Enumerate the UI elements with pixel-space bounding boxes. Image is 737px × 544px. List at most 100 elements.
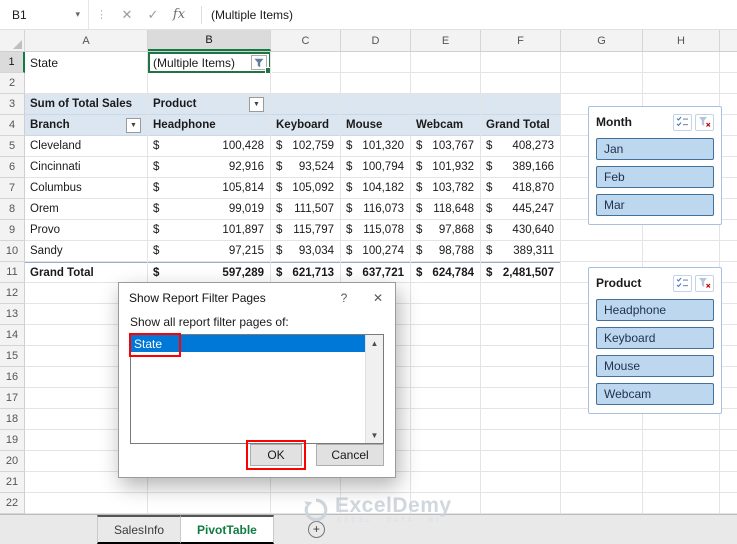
pivot-value-cell[interactable]: $102,759 [271, 136, 341, 157]
row-header-7[interactable]: 7 [0, 178, 25, 199]
pivot-column-header[interactable]: Keyboard [271, 115, 341, 136]
pivot-row-label[interactable]: Cincinnati [25, 157, 148, 178]
row-header-10[interactable]: 10 [0, 241, 25, 262]
pivot-value-cell[interactable]: $104,182 [341, 178, 411, 199]
row-header-6[interactable]: 6 [0, 157, 25, 178]
cell-A1[interactable]: State [25, 52, 148, 73]
pivot-value-cell[interactable]: $118,648 [411, 199, 481, 220]
pivot-row-label[interactable]: Cleveland [25, 136, 148, 157]
pivot-value-cell[interactable]: $389,166 [481, 157, 561, 178]
pivot-value-cell[interactable]: $99,019 [148, 199, 271, 220]
row-header-2[interactable]: 2 [0, 73, 25, 94]
pivot-value-cell[interactable]: $100,794 [341, 157, 411, 178]
column-header-B[interactable]: B [148, 30, 271, 51]
pivot-value-cell[interactable]: $115,797 [271, 220, 341, 241]
select-all-corner[interactable] [0, 30, 25, 51]
pivot-value-cell[interactable]: $418,870 [481, 178, 561, 199]
pivot-value-cell[interactable]: $98,788 [411, 241, 481, 262]
pivot-value-cell[interactable]: $637,721 [341, 262, 411, 283]
ok-button[interactable]: OK [250, 444, 302, 466]
name-box-dropdown-icon[interactable]: ▾ [75, 9, 80, 20]
pivot-row-field[interactable]: Branch ▼ [25, 115, 148, 136]
pivot-row-label[interactable]: Sandy [25, 241, 148, 262]
multi-select-icon[interactable] [673, 113, 692, 131]
row-header-9[interactable]: 9 [0, 220, 25, 241]
pivot-column-header[interactable]: Webcam [411, 115, 481, 136]
pivot-value-cell[interactable]: $100,428 [148, 136, 271, 157]
column-header-A[interactable]: A [25, 30, 148, 51]
pivot-value-cell[interactable]: $103,767 [411, 136, 481, 157]
pivot-value-cell[interactable]: $105,092 [271, 178, 341, 199]
row-header-4[interactable]: 4 [0, 115, 25, 136]
pivot-value-cell[interactable]: $597,289 [148, 262, 271, 283]
pivot-grand-total-label[interactable]: Grand Total [25, 262, 148, 283]
pivot-value-cell[interactable]: $97,868 [411, 220, 481, 241]
row-header-21[interactable]: 21 [0, 472, 25, 493]
enter-entry-icon[interactable]: ✓ [140, 7, 166, 23]
row-header-3[interactable]: 3 [0, 94, 25, 115]
dialog-title-bar[interactable]: Show Report Filter Pages ? ✕ [119, 283, 395, 313]
row-header-22[interactable]: 22 [0, 493, 25, 514]
pivot-value-cell[interactable]: $2,481,507 [481, 262, 561, 283]
new-sheet-icon[interactable]: + [307, 521, 325, 538]
cancel-button[interactable]: Cancel [316, 444, 384, 466]
pivot-value-cell[interactable]: $92,916 [148, 157, 271, 178]
pivot-value-cell[interactable]: $408,273 [481, 136, 561, 157]
row-header-16[interactable]: 16 [0, 367, 25, 388]
row-header-1[interactable]: 1 [0, 52, 25, 73]
row-header-11[interactable]: 11 [0, 262, 25, 283]
pivot-column-header[interactable]: Mouse [341, 115, 411, 136]
clear-filter-icon[interactable] [695, 113, 714, 131]
formula-input[interactable]: (Multiple Items) [211, 8, 293, 22]
insert-function-icon[interactable]: fx [166, 7, 192, 22]
column-header-E[interactable]: E [411, 30, 481, 51]
column-header-C[interactable]: C [271, 30, 341, 51]
pivot-value-cell[interactable]: $430,640 [481, 220, 561, 241]
pivot-value-cell[interactable]: $101,320 [341, 136, 411, 157]
pivot-column-field[interactable]: Product ▼ [148, 94, 271, 115]
row-header-14[interactable]: 14 [0, 325, 25, 346]
pivot-value-cell[interactable]: $111,507 [271, 199, 341, 220]
pivot-row-label[interactable]: Columbus [25, 178, 148, 199]
row-header-8[interactable]: 8 [0, 199, 25, 220]
slicer-item-keyboard[interactable]: Keyboard [596, 327, 714, 349]
pivot-value-cell[interactable]: $97,215 [148, 241, 271, 262]
pivot-value-cell[interactable]: $389,311 [481, 241, 561, 262]
pivot-value-cell[interactable]: $624,784 [411, 262, 481, 283]
pivot-value-cell[interactable]: $100,274 [341, 241, 411, 262]
column-header-H[interactable]: H [643, 30, 720, 51]
pivot-row-label[interactable]: Provo [25, 220, 148, 241]
pivot-value-cell[interactable]: $445,247 [481, 199, 561, 220]
multi-select-icon[interactable] [673, 274, 692, 292]
slicer-item-feb[interactable]: Feb [596, 166, 714, 188]
row-header-5[interactable]: 5 [0, 136, 25, 157]
row-header-20[interactable]: 20 [0, 451, 25, 472]
row-header-15[interactable]: 15 [0, 346, 25, 367]
row-header-17[interactable]: 17 [0, 388, 25, 409]
pivot-value-cell[interactable]: $93,034 [271, 241, 341, 262]
row-header-12[interactable]: 12 [0, 283, 25, 304]
pivot-column-header[interactable]: Grand Total [481, 115, 561, 136]
help-icon[interactable]: ? [327, 283, 361, 313]
pivot-column-header[interactable]: Headphone [148, 115, 271, 136]
scroll-up-icon[interactable]: ▲ [366, 335, 383, 351]
row-header-18[interactable]: 18 [0, 409, 25, 430]
pivot-value-cell[interactable]: $101,897 [148, 220, 271, 241]
column-header-D[interactable]: D [341, 30, 411, 51]
cancel-entry-icon[interactable]: ✕ [114, 7, 140, 23]
pivot-value-cell[interactable]: $103,782 [411, 178, 481, 199]
slicer-item-headphone[interactable]: Headphone [596, 299, 714, 321]
pivot-value-cell[interactable]: $621,713 [271, 262, 341, 283]
column-header-F[interactable]: F [481, 30, 561, 51]
cell-B1-selected[interactable]: (Multiple Items) [148, 52, 272, 74]
tab-pivottable[interactable]: PivotTable [180, 515, 274, 544]
slicer-item-mouse[interactable]: Mouse [596, 355, 714, 377]
row-header-19[interactable]: 19 [0, 430, 25, 451]
product-field-dropdown-icon[interactable]: ▼ [249, 96, 264, 112]
pivot-values-label[interactable]: Sum of Total Sales [25, 94, 148, 115]
clear-filter-icon[interactable] [695, 274, 714, 292]
pivot-value-cell[interactable]: $115,078 [341, 220, 411, 241]
branch-field-dropdown-icon[interactable]: ▼ [126, 117, 141, 133]
name-box[interactable]: B1 ▾ [0, 0, 88, 29]
pivot-value-cell[interactable]: $93,524 [271, 157, 341, 178]
